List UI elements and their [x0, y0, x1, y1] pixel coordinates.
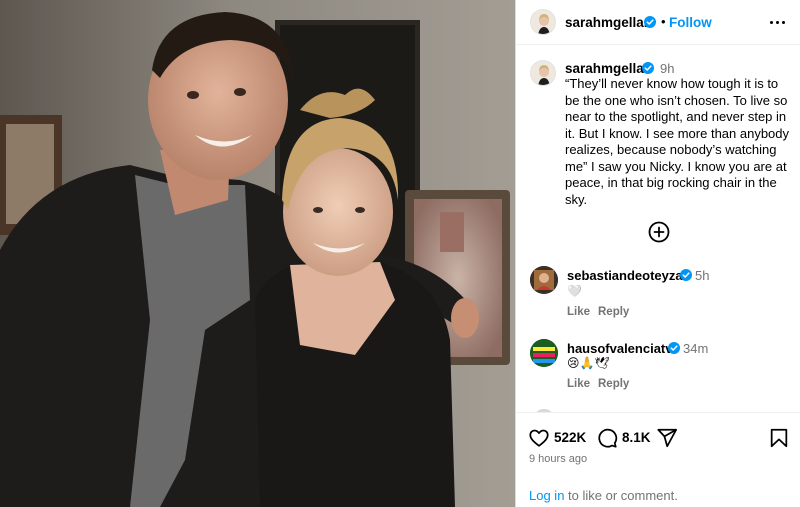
caption-text: “They’ll never know how tough it is to b…: [565, 76, 790, 207]
comment-text: 😢🙏🕊: [567, 356, 610, 370]
author-username[interactable]: sarahmgellar: [565, 15, 649, 30]
comment-username[interactable]: sebastiandeoteyza: [567, 268, 683, 283]
comment-timestamp[interactable]: 5h: [695, 268, 709, 283]
more-options-icon[interactable]: [768, 14, 788, 30]
comment-icon[interactable]: [596, 427, 618, 449]
verified-badge-icon: [680, 269, 692, 281]
post-time-ago[interactable]: 9 hours ago: [529, 453, 587, 465]
commenter-avatar[interactable]: [530, 266, 558, 294]
bookmark-icon[interactable]: [768, 427, 790, 449]
login-prompt: Log in to like or comment.: [529, 488, 678, 503]
comment-timestamp[interactable]: 34m: [683, 341, 708, 356]
add-circle-icon[interactable]: [648, 221, 670, 243]
caption-avatar[interactable]: [530, 60, 556, 86]
caption-username[interactable]: sarahmgellar: [565, 61, 649, 76]
likes-count[interactable]: 522K: [554, 430, 586, 445]
comment-like-button[interactable]: Like: [567, 378, 590, 390]
comment-text: 🤍: [567, 284, 582, 298]
header-separator: •: [661, 14, 666, 29]
login-link[interactable]: Log in: [529, 488, 564, 503]
follow-button[interactable]: Follow: [669, 15, 712, 30]
post-actions: 522K 8.1K 9 hours ago Log in to like or …: [516, 412, 800, 507]
verified-badge-icon: [642, 62, 654, 74]
comment-like-button[interactable]: Like: [567, 306, 590, 318]
heart-icon[interactable]: [528, 427, 550, 449]
comment-username[interactable]: hausofvalenciatv: [567, 341, 673, 356]
caption-timestamp[interactable]: 9h: [660, 61, 674, 76]
share-icon[interactable]: [656, 427, 678, 449]
author-avatar[interactable]: [530, 9, 556, 35]
comment-reply-button[interactable]: Reply: [598, 378, 629, 390]
post-side-panel: sarahmgellar • Follow sarahmgellar 9h “T…: [515, 0, 800, 507]
avatar-image: [530, 339, 558, 367]
avatar-image: [531, 61, 555, 85]
verified-badge-icon: [644, 16, 656, 28]
photo-illustration: [0, 0, 515, 507]
login-prompt-text: to like or comment.: [564, 488, 678, 503]
avatar-image: [531, 10, 555, 34]
post-header: sarahmgellar • Follow: [516, 0, 800, 45]
comment-reply-button[interactable]: Reply: [598, 306, 629, 318]
avatar-image: [530, 266, 558, 294]
verified-badge-icon: [668, 342, 680, 354]
post-photo[interactable]: [0, 0, 515, 507]
commenter-avatar[interactable]: [530, 339, 558, 367]
comments-count[interactable]: 8.1K: [622, 430, 651, 445]
